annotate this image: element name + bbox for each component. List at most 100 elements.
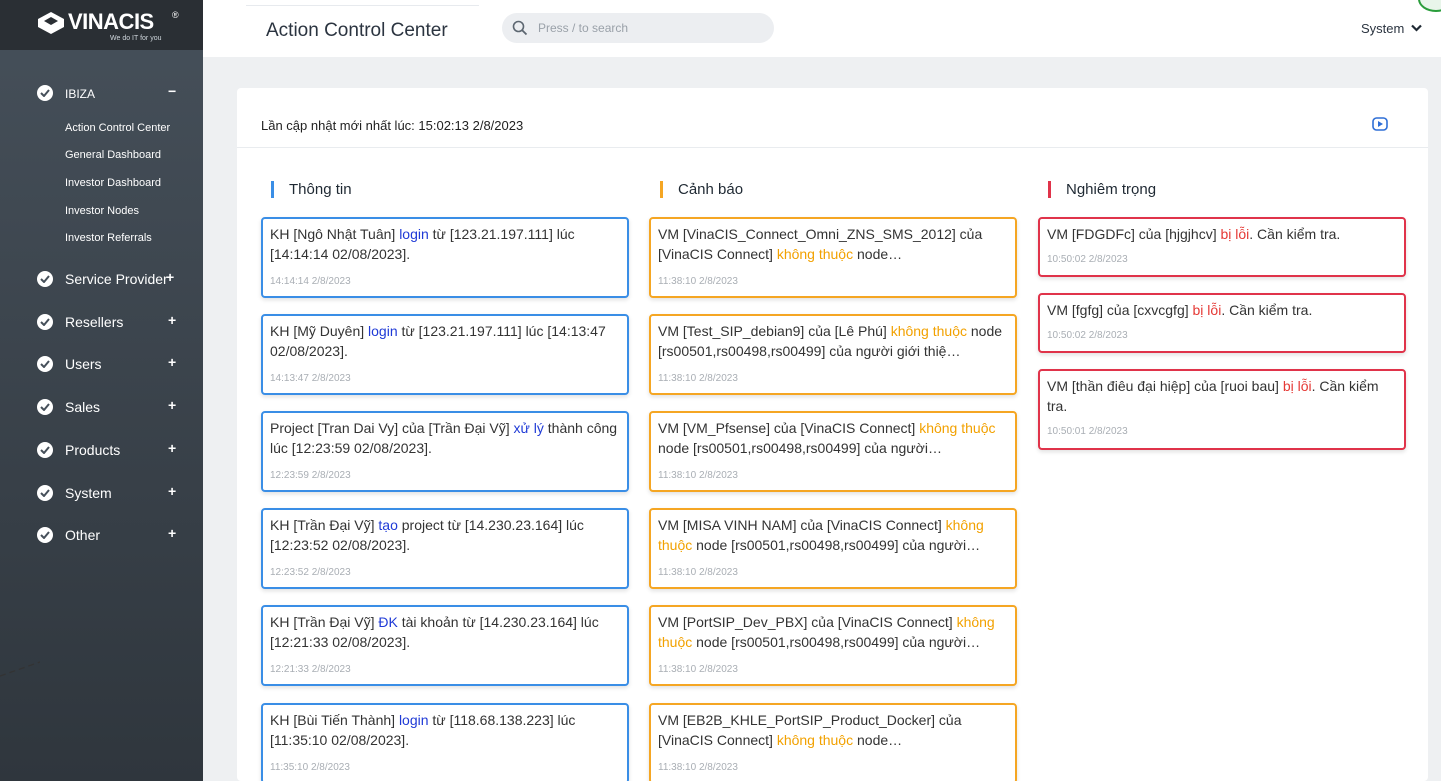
card-timestamp: 11:38:10 2/8/2023 (658, 762, 738, 773)
card-message: VM [FDGDFc] của [hjgjhcv] bị lỗi. Cần ki… (1047, 226, 1341, 242)
sidebar-group-sales[interactable]: Sales + (0, 396, 203, 420)
warning-card[interactable]: VM [MISA VINH NAM] của [VinaCIS Connect]… (649, 508, 1017, 589)
dashed-line-decoration (0, 661, 40, 677)
app-window: VINACIS ® We do IT for you IBIZA − Actio… (0, 0, 1441, 781)
card-message: VM [VinaCIS_Connect_Omni_ZNS_SMS_2012] c… (658, 226, 983, 262)
search-input[interactable]: Press / to search (502, 13, 774, 43)
brand-logo[interactable]: VINACIS ® We do IT for you (0, 0, 203, 50)
sidebar-group-label: System (65, 485, 112, 501)
card-message: KH [Ngô Nhật Tuân] login từ [123.21.197.… (270, 226, 575, 262)
check-circle-icon (37, 399, 53, 415)
warning-card[interactable]: VM [VinaCIS_Connect_Omni_ZNS_SMS_2012] c… (649, 217, 1017, 298)
sidebar-item-investor-nodes[interactable]: Investor Nodes (65, 205, 139, 217)
critical-accent-bar (1048, 181, 1051, 198)
info-card[interactable]: KH [Trần Đại Vỹ] ĐK tài khoản từ [14.230… (261, 605, 629, 686)
card-message: KH [Trần Đại Vỹ] tạo project từ [14.230.… (270, 517, 584, 553)
page-title: Action Control Center (266, 20, 448, 41)
sidebar-group-system[interactable]: System + (0, 482, 203, 506)
sidebar-group-label: Products (65, 442, 121, 458)
sidebar-group-ibiza[interactable]: IBIZA − (0, 82, 203, 106)
sidebar-group-resellers[interactable]: Resellers + (0, 311, 203, 335)
last-updated-text: Lần cập nhật mới nhất lúc: 15:02:13 2/8/… (261, 118, 524, 133)
card-timestamp: 10:50:01 2/8/2023 (1047, 426, 1128, 437)
card-timestamp: 12:23:52 2/8/2023 (270, 567, 351, 578)
warning-card[interactable]: VM [PortSIP_Dev_PBX] của [VinaCIS Connec… (649, 605, 1017, 686)
expand-icon[interactable]: + (168, 354, 176, 370)
check-circle-icon (37, 442, 53, 458)
card-timestamp: 12:21:33 2/8/2023 (270, 664, 351, 675)
card-message: VM [Test_SIP_debian9] của [Lê Phú] không… (658, 323, 1003, 359)
chevron-down-icon[interactable] (1411, 24, 1422, 32)
card-timestamp: 14:13:47 2/8/2023 (270, 373, 351, 384)
sidebar-group-label: Service Provider (65, 271, 168, 287)
warning-card[interactable]: VM [VM_Pfsense] của [VinaCIS Connect] kh… (649, 411, 1017, 492)
action-link[interactable]: login (368, 323, 398, 339)
status-highlight: không thuộc (919, 420, 996, 436)
card-message: VM [fgfg] của [cxvcgfg] bị lỗi. Cần kiểm… (1047, 302, 1313, 318)
critical-card[interactable]: VM [fgfg] của [cxvcgfg] bị lỗi. Cần kiểm… (1038, 293, 1406, 353)
card-timestamp: 11:38:10 2/8/2023 (658, 664, 738, 675)
action-link[interactable]: tạo (378, 517, 397, 533)
sidebar-group-label: Other (65, 527, 101, 543)
card-timestamp: 11:38:10 2/8/2023 (658, 373, 738, 384)
warning-card[interactable]: VM [Test_SIP_debian9] của [Lê Phú] không… (649, 314, 1017, 395)
status-highlight: bị lỗi (1282, 378, 1312, 394)
critical-card[interactable]: VM [thần điêu đại hiệp] của [ruoi bau] b… (1038, 369, 1406, 450)
card-timestamp: 12:23:59 2/8/2023 (270, 470, 351, 481)
card-message: KH [Mỹ Duyên] login từ [123.21.197.111] … (270, 323, 606, 359)
sidebar-item-general-dashboard[interactable]: General Dashboard (65, 149, 161, 161)
check-circle-icon (37, 271, 53, 287)
status-highlight: không thuộc (776, 246, 854, 262)
info-card[interactable]: KH [Mỹ Duyên] login từ [123.21.197.111] … (261, 314, 629, 395)
card-timestamp: 14:14:14 2/8/2023 (270, 276, 351, 287)
sidebar-group-label: Users (65, 356, 102, 372)
check-circle-icon (37, 314, 53, 330)
status-highlight: bị lỗi (1220, 226, 1250, 242)
card-message: KH [Trần Đại Vỹ] ĐK tài khoản từ [14.230… (270, 614, 599, 650)
card-message: VM [EB2B_KHLE_PortSIP_Product_Docker] củ… (658, 712, 962, 748)
info-accent-bar (271, 181, 274, 198)
expand-icon[interactable]: + (168, 483, 176, 499)
sidebar-group-users[interactable]: Users + (0, 353, 203, 377)
card-timestamp: 11:38:10 2/8/2023 (658, 470, 738, 481)
card-timestamp: 11:35:10 2/8/2023 (270, 762, 350, 773)
play-icon[interactable] (1372, 117, 1388, 131)
sidebar-group-service-provider[interactable]: Service Provider + (0, 268, 203, 292)
card-message: Project [Tran Dai Vy] của [Trần Đại Vỹ] … (270, 420, 618, 456)
sidebar-group-label: Resellers (65, 314, 124, 330)
action-link[interactable]: login (399, 712, 429, 728)
info-card[interactable]: KH [Trần Đại Vỹ] tạo project từ [14.230.… (261, 508, 629, 589)
vinacis-logo-icon (38, 12, 64, 34)
sidebar-item-investor-dashboard[interactable]: Investor Dashboard (65, 177, 161, 189)
sidebar-group-products[interactable]: Products + (0, 439, 203, 463)
sidebar-item-investor-referrals[interactable]: Investor Referrals (65, 232, 152, 244)
action-link[interactable]: login (399, 226, 429, 242)
expand-icon[interactable]: + (168, 312, 176, 328)
sidebar-item-action-control-center[interactable]: Action Control Center (65, 122, 170, 134)
info-card[interactable]: KH [Ngô Nhật Tuân] login từ [123.21.197.… (261, 217, 629, 298)
warning-card[interactable]: VM [EB2B_KHLE_PortSIP_Product_Docker] củ… (649, 703, 1017, 781)
critical-card[interactable]: VM [FDGDFc] của [hjgjhcv] bị lỗi. Cần ki… (1038, 217, 1406, 277)
expand-icon[interactable]: + (166, 269, 174, 285)
check-circle-icon (37, 356, 53, 372)
expand-icon[interactable]: + (168, 440, 176, 456)
warning-accent-bar (660, 181, 663, 198)
collapse-icon[interactable]: − (168, 83, 176, 99)
expand-icon[interactable]: + (168, 397, 176, 413)
action-link[interactable]: xử lý (514, 420, 544, 436)
sidebar-group-label: IBIZA (65, 87, 96, 101)
check-circle-icon (37, 85, 53, 101)
card-timestamp: 10:50:02 2/8/2023 (1047, 254, 1128, 265)
column-title: Thông tin (289, 181, 352, 198)
info-card[interactable]: Project [Tran Dai Vy] của [Trần Đại Vỹ] … (261, 411, 629, 492)
check-circle-icon (37, 527, 53, 543)
expand-icon[interactable]: + (168, 525, 176, 541)
action-link[interactable]: ĐK (378, 614, 397, 630)
sidebar-group-other[interactable]: Other + (0, 524, 203, 548)
column-title: Cảnh báo (678, 181, 744, 198)
card-message: VM [MISA VINH NAM] của [VinaCIS Connect]… (658, 517, 984, 553)
user-menu-button[interactable]: System (1361, 21, 1404, 36)
info-card[interactable]: KH [Bùi Tiến Thành] login từ [118.68.138… (261, 703, 629, 781)
status-highlight: không thuộc (890, 323, 967, 339)
column-title: Nghiêm trọng (1066, 181, 1157, 198)
